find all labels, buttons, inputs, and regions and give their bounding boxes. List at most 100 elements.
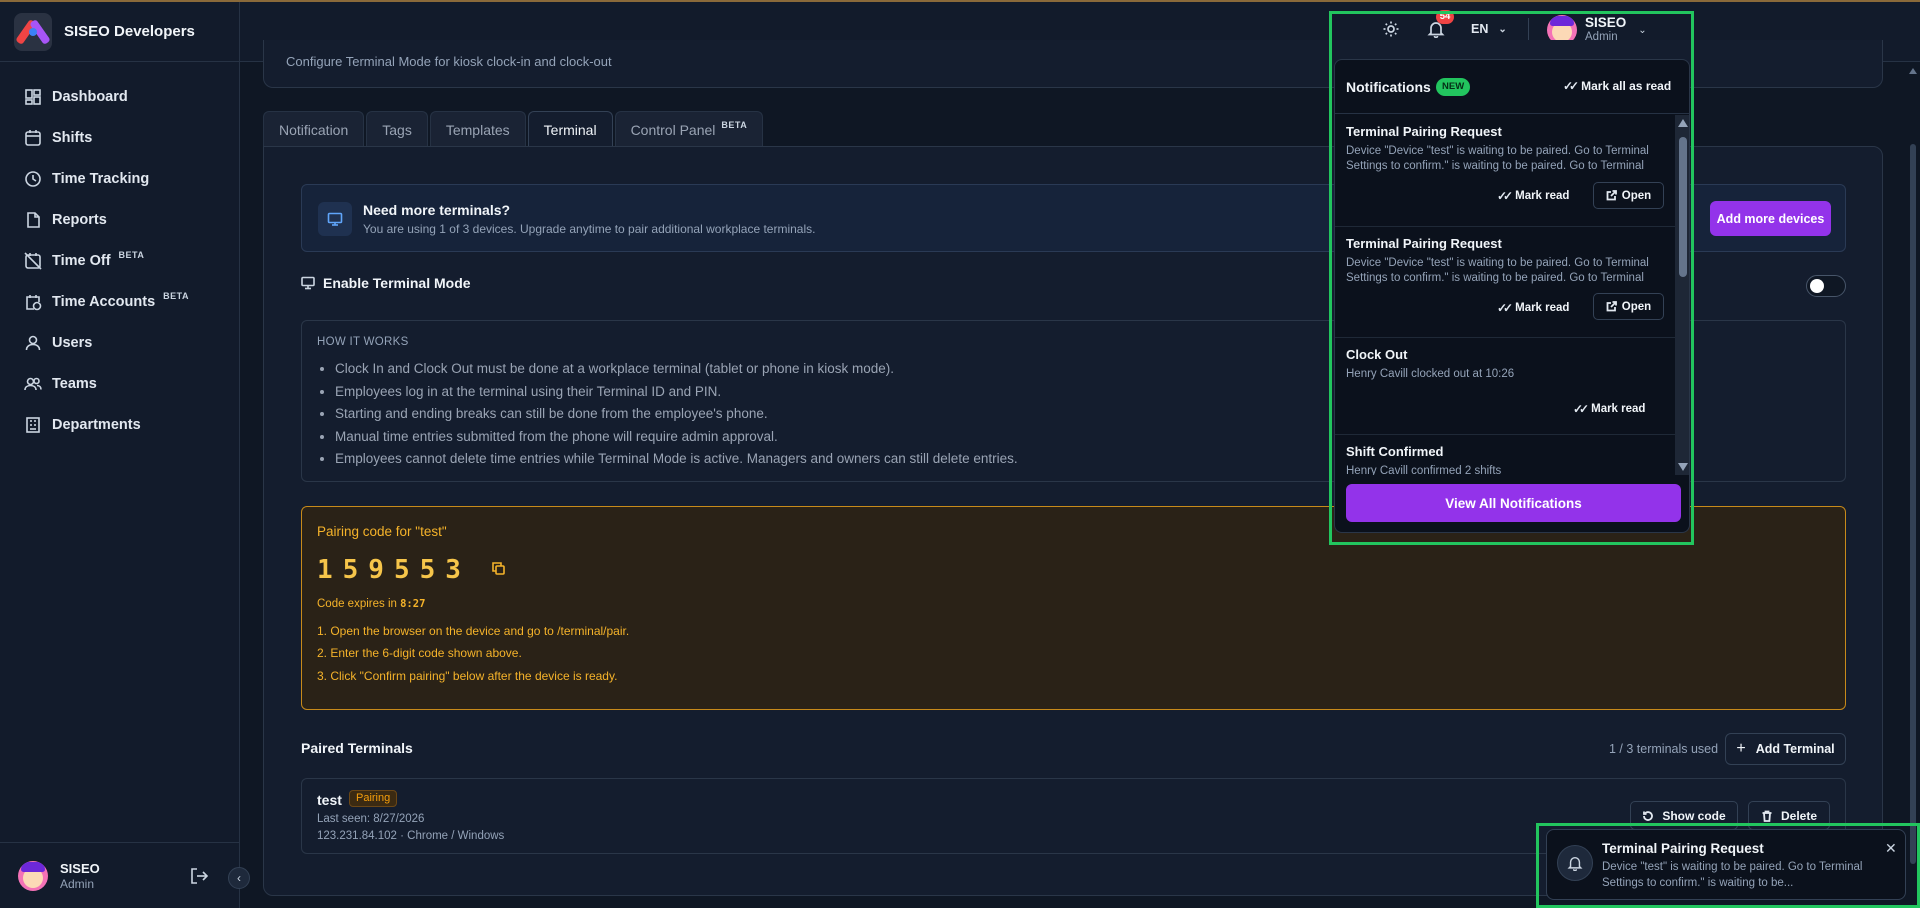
logout-button[interactable] xyxy=(188,865,210,887)
beta-badge: BETA xyxy=(721,119,748,130)
notification-text: Device "Device "test" is waiting to be p… xyxy=(1346,257,1649,284)
list-item: Starting and ending breaks can still be … xyxy=(335,404,1018,427)
tab-terminal[interactable]: Terminal xyxy=(527,111,613,147)
user-icon xyxy=(25,335,41,350)
notifications-scrollbar[interactable] xyxy=(1675,115,1689,475)
pairing-step: 3. Click "Confirm pairing" below after t… xyxy=(317,669,618,683)
pairing-code: 159553 xyxy=(317,555,471,585)
notification-item[interactable]: Shift Confirmed Henry Cavill confirmed 2… xyxy=(1335,435,1675,475)
sidebar-item-label: Departments xyxy=(52,416,141,433)
double-check-icon: ✓✓ xyxy=(1497,301,1513,315)
notification-title: Terminal Pairing Request xyxy=(1346,236,1502,251)
copy-icon xyxy=(492,562,505,575)
mark-read-button[interactable]: ✓✓ Mark read xyxy=(1497,301,1569,315)
sidebar-item-users[interactable]: Users xyxy=(0,322,239,363)
tab-label: Tags xyxy=(382,121,412,138)
add-terminal-button[interactable]: + Add Terminal xyxy=(1725,733,1846,765)
plus-icon: + xyxy=(1736,740,1746,757)
notification-item[interactable]: Terminal Pairing Request Device "Device … xyxy=(1335,227,1675,338)
sidebar-item-departments[interactable]: Departments xyxy=(0,404,239,445)
paired-terminals-heading: Paired Terminals xyxy=(301,740,413,756)
sidebar-item-teams[interactable]: Teams xyxy=(0,363,239,404)
close-icon[interactable]: ✕ xyxy=(1885,840,1897,857)
add-more-devices-button[interactable]: Add more devices xyxy=(1710,201,1831,236)
user-role: Admin xyxy=(60,876,95,891)
trash-icon xyxy=(1762,810,1772,822)
list-item: Clock In and Clock Out must be done at a… xyxy=(335,359,1018,382)
sidebar-collapse-button[interactable]: ‹ xyxy=(228,867,250,889)
tab-templates[interactable]: Templates xyxy=(429,111,526,147)
tab-label: Control Panel xyxy=(630,121,716,138)
pairing-title: Pairing code for "test" xyxy=(317,524,447,539)
terminals-usage: 1 / 3 terminals used xyxy=(1609,742,1719,756)
notification-toast[interactable]: Terminal Pairing Request Device "test" i… xyxy=(1546,829,1906,900)
code-expiry: Code expires in 8:27 xyxy=(317,598,426,610)
double-check-icon: ✓✓ xyxy=(1563,79,1579,93)
user-name: SISEO xyxy=(60,860,100,876)
add-terminal-label: Add Terminal xyxy=(1755,742,1835,756)
sidebar-item-label: Time Off xyxy=(52,252,111,269)
app-logo xyxy=(14,12,52,51)
sidebar-item-dashboard[interactable]: Dashboard xyxy=(0,76,239,117)
sidebar-item-shifts[interactable]: Shifts xyxy=(0,117,239,158)
open-notification-button[interactable]: Open xyxy=(1593,293,1664,320)
list-item: Employees log in at the terminal using t… xyxy=(335,382,1018,405)
terminal-meta: 123.231.84.102 · Chrome / Windows xyxy=(317,830,505,842)
mark-all-read-button[interactable]: ✓✓ Mark all as read xyxy=(1563,79,1671,93)
sidebar-item-reports[interactable]: Reports xyxy=(0,199,239,240)
pairing-step: 2. Enter the 6-digit code shown above. xyxy=(317,646,522,660)
sidebar-item-label: Reports xyxy=(52,211,107,228)
pairing-step: 1. Open the browser on the device and go… xyxy=(317,624,630,638)
sidebar-item-time-accounts[interactable]: Time Accounts BETA xyxy=(0,281,239,322)
tab-notification[interactable]: Notification xyxy=(263,111,365,147)
page-subtitle: Configure Terminal Mode for kiosk clock-… xyxy=(286,54,612,69)
how-it-works-heading: HOW IT WORKS xyxy=(317,336,409,348)
terminal-mode-toggle[interactable] xyxy=(1806,275,1846,297)
show-code-label: Show code xyxy=(1662,808,1726,823)
external-link-icon xyxy=(1606,301,1617,312)
dashboard-icon xyxy=(25,88,41,105)
sidebar: SISEO Developers Dashboard Shifts Time T… xyxy=(0,2,240,908)
sidebar-item-time-off[interactable]: Time Off BETA xyxy=(0,240,239,281)
notification-item[interactable]: Clock Out Henry Cavill clocked out at 10… xyxy=(1335,338,1675,435)
code-expiry-timer: 8:27 xyxy=(400,598,426,610)
tab-tags[interactable]: Tags xyxy=(366,111,428,147)
open-label: Open xyxy=(1621,300,1652,313)
terminal-last-seen: Last seen: 8/27/2026 xyxy=(317,813,425,825)
mark-read-button[interactable]: ✓✓ Mark read xyxy=(1573,402,1645,416)
calendar-icon xyxy=(25,129,41,146)
notification-item[interactable]: Terminal Pairing Request Device "Device … xyxy=(1335,115,1675,227)
notification-text: Device "Device "test" is waiting to be p… xyxy=(1346,145,1649,172)
terminal-name: test xyxy=(317,792,342,808)
tab-label: Terminal xyxy=(543,121,597,138)
view-all-notifications-button[interactable]: View All Notifications xyxy=(1346,484,1681,522)
settings-tabs: Notification Tags Templates Terminal Con… xyxy=(263,111,765,147)
notifications-header: Notifications NEW ✓✓ Mark all as read xyxy=(1335,60,1689,114)
copy-code-button[interactable] xyxy=(491,561,507,577)
monitor-icon xyxy=(301,276,315,290)
refresh-icon xyxy=(1643,810,1654,821)
document-icon xyxy=(27,211,40,228)
external-link-icon xyxy=(1606,190,1617,201)
users-icon xyxy=(24,377,42,390)
bell-icon xyxy=(1557,845,1593,881)
sidebar-item-label: Time Tracking xyxy=(52,170,150,187)
building-icon xyxy=(26,416,40,433)
brand[interactable]: SISEO Developers xyxy=(0,2,239,62)
toast-text: Device "test" is waiting to be paired. G… xyxy=(1602,861,1863,889)
upsell-text: You are using 1 of 3 devices. Upgrade an… xyxy=(363,222,816,236)
sidebar-item-time-tracking[interactable]: Time Tracking xyxy=(0,158,239,199)
open-label: Open xyxy=(1621,189,1652,202)
notifications-title: Notifications xyxy=(1346,79,1431,95)
app-name: SISEO Developers xyxy=(64,23,195,40)
mark-read-button[interactable]: ✓✓ Mark read xyxy=(1497,189,1569,203)
avatar[interactable] xyxy=(18,860,48,891)
tab-control-panel[interactable]: Control Panel BETA xyxy=(614,111,764,147)
sidebar-item-label: Shifts xyxy=(52,129,93,146)
notification-title: Shift Confirmed xyxy=(1346,444,1444,459)
terminal-mode-text: Enable Terminal Mode xyxy=(323,275,471,291)
notification-text: Henry Cavill confirmed 2 shifts xyxy=(1346,465,1502,475)
page-scrollbar[interactable] xyxy=(1906,62,1920,908)
open-notification-button[interactable]: Open xyxy=(1593,182,1664,209)
upsell-title: Need more terminals? xyxy=(363,202,511,218)
